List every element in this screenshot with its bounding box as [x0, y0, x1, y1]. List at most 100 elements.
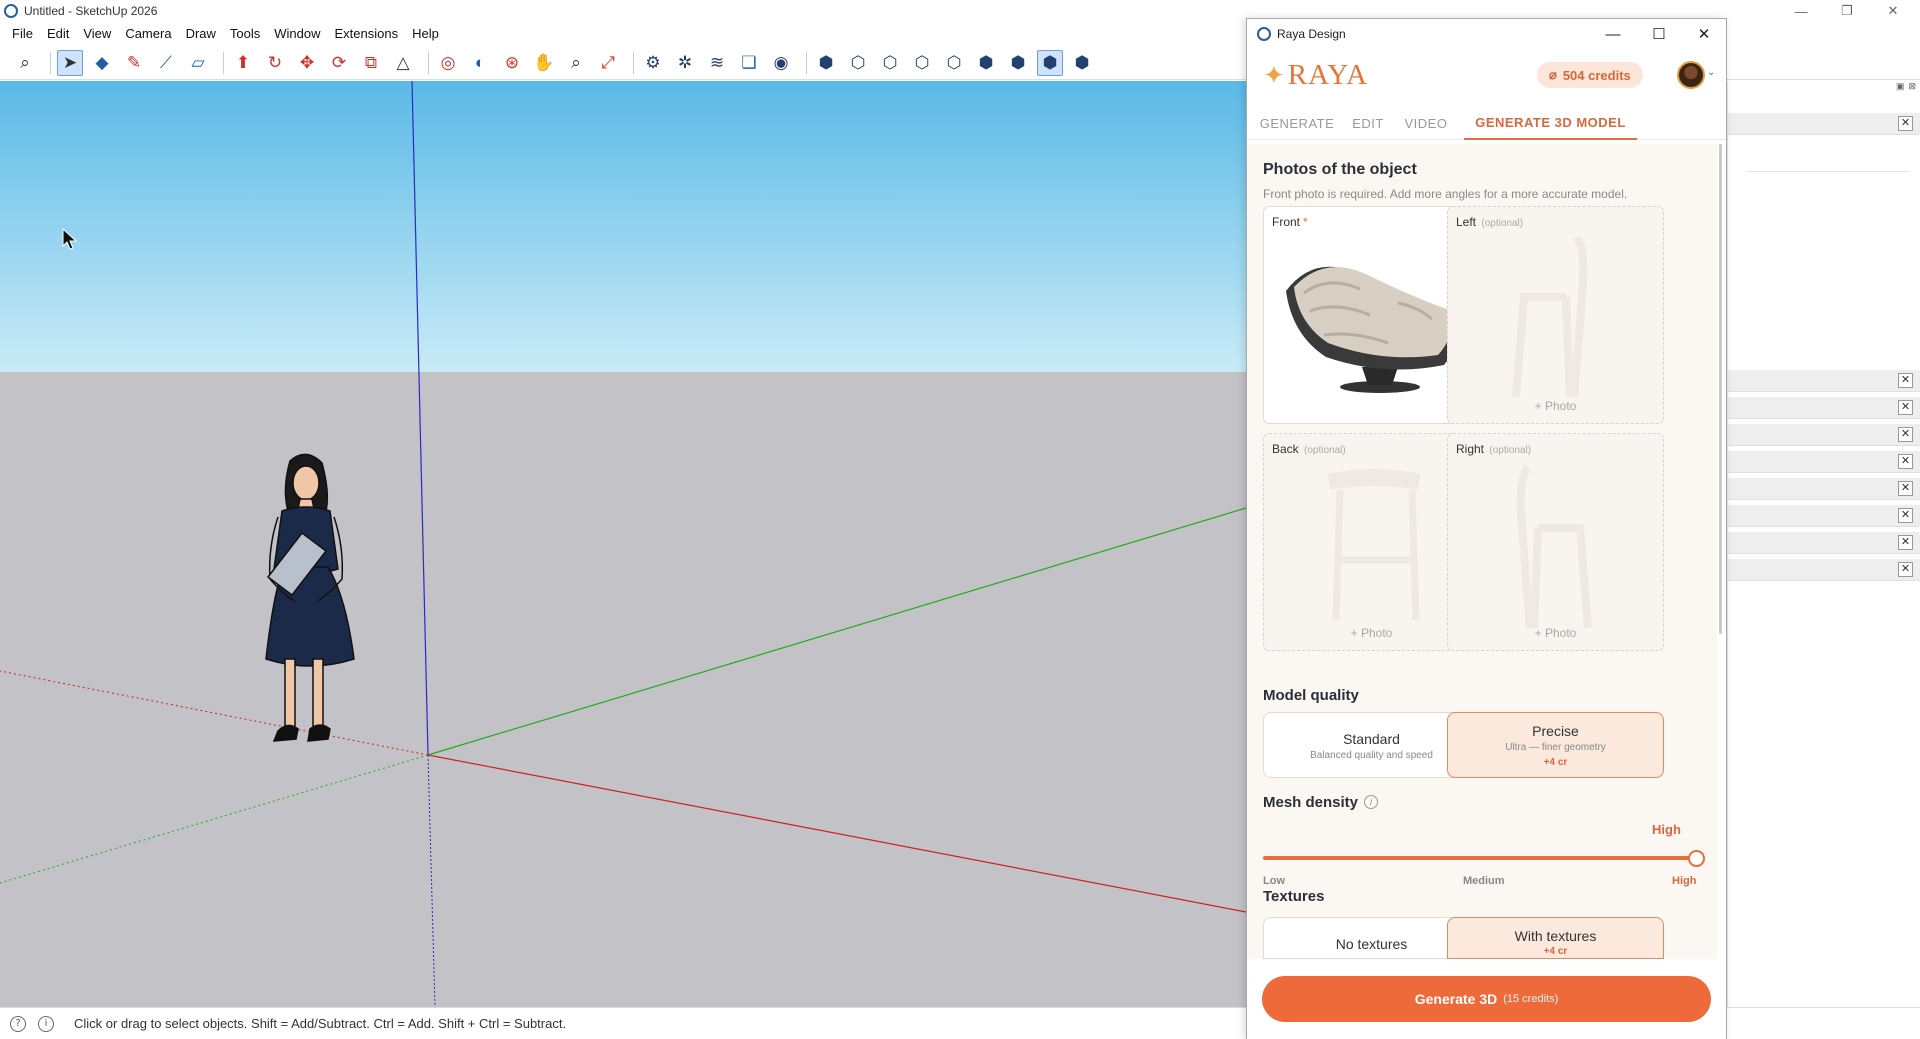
- tray-close-button[interactable]: ✕: [1898, 481, 1913, 496]
- tray-panel-header[interactable]: ✕: [1728, 113, 1920, 135]
- monochrome-icon[interactable]: ⬢: [1069, 50, 1095, 76]
- styles-icon[interactable]: ≋: [704, 50, 730, 76]
- menu-help[interactable]: Help: [406, 26, 447, 41]
- tray-close-button[interactable]: ✕: [1898, 400, 1913, 415]
- tray-close-button[interactable]: ✕: [1898, 535, 1913, 550]
- zoom-extents-icon[interactable]: ⤢: [595, 50, 621, 76]
- info-icon[interactable]: i: [1364, 795, 1379, 809]
- tray-close-button[interactable]: ✕: [1898, 116, 1913, 131]
- menu-camera[interactable]: Camera: [119, 26, 179, 41]
- warehouse-icon[interactable]: ◉: [768, 50, 794, 76]
- tab-generate-3d-model[interactable]: GENERATE 3D MODEL: [1464, 107, 1637, 140]
- optional-hint: (optional): [1481, 218, 1524, 229]
- views-left-icon[interactable]: ⬢: [973, 50, 999, 76]
- tray-close-button[interactable]: ✕: [1898, 427, 1913, 442]
- tab-generate[interactable]: GENERATE: [1260, 107, 1334, 140]
- select-icon[interactable]: ➤: [57, 49, 83, 76]
- tab-video[interactable]: VIDEO: [1402, 107, 1450, 140]
- raya-maximize-button[interactable]: ☐: [1639, 23, 1679, 45]
- geo-location-icon[interactable]: ?: [10, 1015, 26, 1032]
- menu-view[interactable]: View: [77, 26, 119, 41]
- pan-icon[interactable]: ✋: [531, 50, 557, 76]
- menu-draw[interactable]: Draw: [180, 26, 224, 41]
- tray-panel-header[interactable]: ✕: [1728, 505, 1920, 527]
- density-title-text: Mesh density: [1263, 794, 1359, 811]
- info-icon[interactable]: i: [38, 1015, 54, 1032]
- menu-file[interactable]: File: [6, 26, 41, 41]
- offset-icon[interactable]: △: [390, 50, 416, 76]
- layers-icon[interactable]: ❏: [736, 50, 762, 76]
- push-pull-icon[interactable]: ⬆: [230, 50, 256, 76]
- raya-minimize-button[interactable]: —: [1593, 23, 1633, 45]
- eraser-icon[interactable]: ◆: [89, 50, 115, 76]
- avatar[interactable]: [1677, 61, 1705, 89]
- chevron-down-icon[interactable]: ⌄: [1707, 67, 1715, 78]
- views-top-icon[interactable]: ⬡: [845, 50, 871, 76]
- follow-me-icon[interactable]: ↻: [262, 50, 288, 76]
- generate-3d-button[interactable]: Generate 3D (15 credits): [1262, 976, 1711, 1022]
- menu-window[interactable]: Window: [268, 26, 328, 41]
- ground: [0, 372, 1246, 1007]
- xray-icon[interactable]: ⬢: [1005, 50, 1031, 76]
- line-icon[interactable]: ⟋: [153, 50, 179, 76]
- pencil-icon[interactable]: ✎: [121, 50, 147, 76]
- textures-option-with[interactable]: With textures +4 cr: [1447, 917, 1664, 959]
- tab-edit[interactable]: EDIT: [1347, 107, 1389, 140]
- raya-close-button[interactable]: ✕: [1684, 23, 1724, 45]
- move-icon[interactable]: ✥: [294, 50, 320, 76]
- views-front-icon[interactable]: ⬡: [877, 50, 903, 76]
- raya-footer: Generate 3D (15 credits): [1247, 959, 1726, 1039]
- materials-icon[interactable]: ✲: [672, 50, 698, 76]
- toolbar-separator: [806, 51, 807, 74]
- views-back-icon[interactable]: ⬡: [941, 50, 967, 76]
- raya-tabs: GENERATE EDIT VIDEO GENERATE 3D MODEL: [1247, 107, 1726, 140]
- tray-panel-header[interactable]: ✕: [1728, 397, 1920, 419]
- tape-measure-icon[interactable]: ◎: [435, 50, 461, 76]
- photo-slot-right[interactable]: Right (optional) + Photo: [1447, 433, 1664, 651]
- menu-tools[interactable]: Tools: [224, 26, 268, 41]
- menu-extensions[interactable]: Extensions: [329, 26, 407, 41]
- restore-button[interactable]: ❐: [1824, 0, 1870, 22]
- tray-panel-header[interactable]: ✕: [1728, 451, 1920, 473]
- components-icon[interactable]: ⚙: [640, 50, 666, 76]
- views-right-icon[interactable]: ⬡: [909, 50, 935, 76]
- tray-close-button[interactable]: ✕: [1898, 508, 1913, 523]
- views-iso-icon[interactable]: ⬢: [813, 50, 839, 76]
- photo-slot-left[interactable]: Left (optional) + Photo: [1447, 206, 1664, 424]
- tray-panel-header[interactable]: ✕: [1728, 559, 1920, 581]
- close-button[interactable]: ✕: [1870, 0, 1916, 22]
- credits-label: 504 credits: [1562, 67, 1631, 83]
- raya-logo-text: RAYA: [1287, 59, 1369, 91]
- chair-placeholder-icon: [1516, 464, 1592, 629]
- rotate-icon[interactable]: ⟳: [326, 50, 352, 76]
- option-cost: +4 cr: [1543, 757, 1568, 768]
- tray-close-button[interactable]: ✕: [1898, 373, 1913, 388]
- tray-panel-header[interactable]: ✕: [1728, 478, 1920, 500]
- shaded-icon[interactable]: ⬢: [1037, 49, 1063, 76]
- viewport-scene: [0, 81, 1246, 1007]
- scale-icon[interactable]: ⧉: [358, 50, 384, 76]
- photos-section-subtitle: Front photo is required. Add more angles…: [1263, 187, 1628, 201]
- search-icon[interactable]: ⌕: [12, 50, 38, 76]
- model-viewport[interactable]: [0, 81, 1246, 1007]
- panel-scrollbar[interactable]: [1719, 144, 1722, 634]
- minimize-button[interactable]: —: [1778, 0, 1824, 22]
- tray-panel-header[interactable]: ✕: [1728, 424, 1920, 446]
- density-slider-track[interactable]: [1263, 856, 1697, 860]
- tray-close-icon[interactable]: ⊠: [1908, 81, 1916, 95]
- orbit-icon[interactable]: ⊛: [499, 50, 525, 76]
- tray-pin-icon[interactable]: ▣: [1896, 81, 1905, 95]
- raya-panel-body: Photos of the object Front photo is requ…: [1247, 144, 1717, 959]
- protractor-icon[interactable]: ◐: [467, 50, 493, 76]
- density-slider-thumb[interactable]: [1688, 850, 1705, 867]
- quality-option-precise[interactable]: Precise Ultra — finer geometry +4 cr: [1447, 712, 1664, 778]
- credits-badge[interactable]: ⌀ 504 credits: [1537, 62, 1643, 88]
- tray-close-button[interactable]: ✕: [1898, 562, 1913, 577]
- rectangle-icon[interactable]: ▱: [185, 50, 211, 76]
- menu-edit[interactable]: Edit: [41, 26, 77, 41]
- tray-close-button[interactable]: ✕: [1898, 454, 1913, 469]
- zoom-icon[interactable]: ⌕: [563, 50, 589, 76]
- tray-panel-header[interactable]: ✕: [1728, 532, 1920, 554]
- tray-panel-header[interactable]: ✕: [1728, 370, 1920, 392]
- density-tick-low: Low: [1263, 875, 1285, 887]
